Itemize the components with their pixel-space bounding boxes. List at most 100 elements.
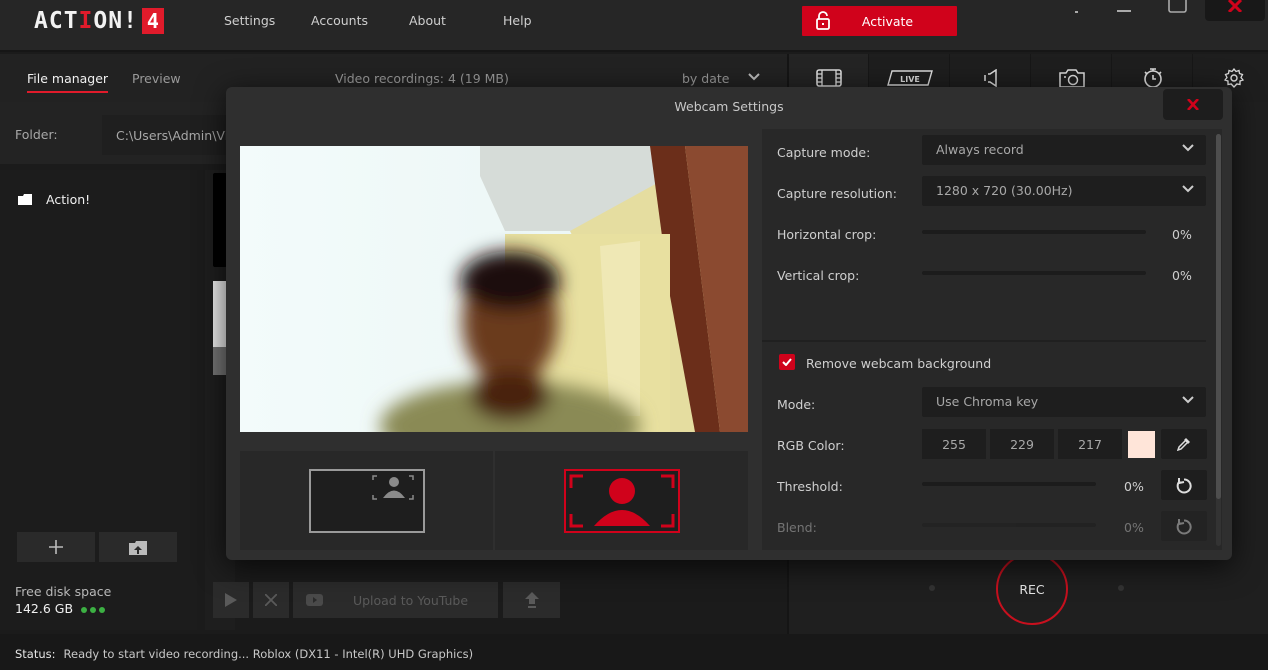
recording-thumbnail[interactable] bbox=[213, 281, 227, 375]
capture-mode-label: Capture mode: bbox=[777, 145, 871, 160]
open-folder-button[interactable] bbox=[99, 532, 177, 562]
webcam-settings-dialog: Webcam Settings Capture mode: Always rec… bbox=[226, 87, 1232, 560]
tree-item-action[interactable]: Action! bbox=[18, 192, 90, 207]
sort-dropdown[interactable]: by date bbox=[682, 71, 730, 86]
tab-file-manager[interactable]: File manager bbox=[27, 71, 109, 93]
play-icon bbox=[225, 593, 237, 607]
folder-upload-icon bbox=[129, 540, 147, 555]
threshold-label: Threshold: bbox=[777, 479, 843, 494]
folder-icon bbox=[18, 194, 32, 205]
menu-accounts[interactable]: Accounts bbox=[311, 13, 368, 28]
status-bar: Status: Ready to start video recording...… bbox=[0, 634, 1268, 670]
vertical-crop-label: Vertical crop: bbox=[777, 268, 860, 283]
disk-status-indicator bbox=[81, 601, 108, 616]
webcam-image bbox=[240, 146, 748, 432]
play-button[interactable] bbox=[213, 582, 249, 618]
stopwatch-icon bbox=[1143, 68, 1162, 88]
eyedropper-button[interactable] bbox=[1161, 429, 1207, 459]
more-icon[interactable] bbox=[1072, 8, 1082, 14]
dialog-title: Webcam Settings bbox=[674, 99, 784, 114]
capture-resolution-select[interactable]: 1280 x 720 (30.00Hz) bbox=[922, 176, 1206, 206]
activate-button[interactable]: Activate bbox=[802, 6, 957, 36]
threshold-value: 0% bbox=[1124, 479, 1144, 494]
window-close-button[interactable] bbox=[1205, 0, 1265, 21]
rgb-red-input[interactable]: 255 bbox=[922, 429, 986, 459]
remove-background-checkbox[interactable] bbox=[779, 354, 795, 370]
horizontal-crop-label: Horizontal crop: bbox=[777, 227, 877, 242]
eyedropper-icon bbox=[1177, 438, 1190, 451]
folder-label: Folder: bbox=[15, 127, 58, 142]
mode-full-frame[interactable] bbox=[493, 451, 748, 550]
horizontal-crop-value: 0% bbox=[1172, 227, 1192, 242]
reset-icon bbox=[1176, 477, 1192, 493]
close-icon bbox=[1187, 99, 1199, 110]
threshold-reset-button[interactable] bbox=[1161, 470, 1207, 500]
upload-button[interactable] bbox=[503, 582, 560, 618]
vertical-crop-slider[interactable] bbox=[922, 271, 1146, 275]
recording-thumbnail[interactable] bbox=[213, 173, 227, 267]
bg-mode-select[interactable]: Use Chroma key bbox=[922, 387, 1206, 417]
status-text: Ready to start video recording... Roblox… bbox=[63, 647, 474, 661]
speaker-icon bbox=[983, 69, 997, 87]
blend-reset-button[interactable] bbox=[1161, 511, 1207, 541]
tab-preview[interactable]: Preview bbox=[132, 71, 181, 86]
color-swatch[interactable] bbox=[1128, 431, 1155, 458]
free-disk-label: Free disk space bbox=[15, 584, 112, 599]
blend-value: 0% bbox=[1124, 520, 1144, 535]
menu-about[interactable]: About bbox=[409, 13, 446, 28]
chevron-down-icon bbox=[1182, 185, 1194, 193]
free-disk-value: 142.6 GB bbox=[15, 601, 108, 616]
chevron-down-icon[interactable] bbox=[748, 73, 760, 81]
horizontal-crop-slider[interactable] bbox=[922, 230, 1146, 234]
camera-icon bbox=[1058, 69, 1085, 88]
dialog-close-button[interactable] bbox=[1163, 89, 1223, 120]
reset-icon bbox=[1176, 518, 1192, 534]
svg-text:LIVE: LIVE bbox=[900, 75, 920, 84]
webcam-mode-selector bbox=[240, 451, 748, 550]
bg-mode-label: Mode: bbox=[777, 397, 816, 412]
fullframe-mode-icon bbox=[563, 468, 680, 533]
webcam-preview-area bbox=[240, 146, 748, 550]
rgb-blue-input[interactable]: 217 bbox=[1058, 429, 1122, 459]
mode-picture-in-picture[interactable] bbox=[240, 451, 493, 550]
capture-resolution-label: Capture resolution: bbox=[777, 186, 897, 201]
webcam-preview bbox=[240, 146, 748, 432]
menu-help[interactable]: Help bbox=[503, 13, 532, 28]
maximize-icon[interactable] bbox=[1168, 0, 1188, 14]
rgb-color-label: RGB Color: bbox=[777, 438, 845, 453]
settings-scrollbar-thumb[interactable] bbox=[1216, 134, 1221, 499]
close-icon bbox=[265, 594, 277, 606]
blend-slider[interactable] bbox=[922, 523, 1096, 527]
app-logo: ACTION! 4 bbox=[34, 8, 164, 34]
upload-icon bbox=[524, 592, 539, 608]
menu-settings[interactable]: Settings bbox=[224, 13, 275, 28]
close-icon bbox=[1228, 0, 1242, 12]
webcam-settings-panel: Capture mode: Always record Capture reso… bbox=[762, 129, 1222, 550]
live-icon: LIVE bbox=[886, 70, 933, 86]
chevron-down-icon bbox=[1182, 396, 1194, 404]
youtube-icon bbox=[306, 594, 323, 606]
blend-label: Blend: bbox=[777, 520, 817, 535]
upload-youtube-button[interactable]: Upload to YouTube bbox=[293, 582, 498, 618]
remove-background-label[interactable]: Remove webcam background bbox=[806, 356, 991, 371]
threshold-slider[interactable] bbox=[922, 482, 1096, 486]
minimize-icon[interactable] bbox=[1116, 8, 1132, 14]
chevron-down-icon bbox=[1182, 144, 1194, 152]
record-button[interactable]: REC bbox=[996, 553, 1068, 625]
checkmark-icon bbox=[782, 358, 792, 366]
rec-right-dot bbox=[1118, 585, 1124, 591]
plus-icon bbox=[49, 540, 63, 554]
rec-left-dot bbox=[929, 585, 935, 591]
status-label: Status: bbox=[15, 647, 56, 661]
rgb-green-input[interactable]: 229 bbox=[990, 429, 1054, 459]
section-divider bbox=[762, 340, 1206, 342]
add-folder-button[interactable] bbox=[17, 532, 95, 562]
recordings-summary: Video recordings: 4 (19 MB) bbox=[335, 71, 509, 86]
vertical-crop-value: 0% bbox=[1172, 268, 1192, 283]
pip-mode-icon bbox=[308, 468, 425, 533]
delete-button[interactable] bbox=[253, 582, 289, 618]
gear-icon bbox=[1224, 68, 1244, 88]
capture-mode-select[interactable]: Always record bbox=[922, 135, 1206, 165]
film-icon bbox=[815, 69, 842, 87]
title-bar: ACTION! 4 Settings Accounts About Help A… bbox=[0, 0, 1268, 52]
